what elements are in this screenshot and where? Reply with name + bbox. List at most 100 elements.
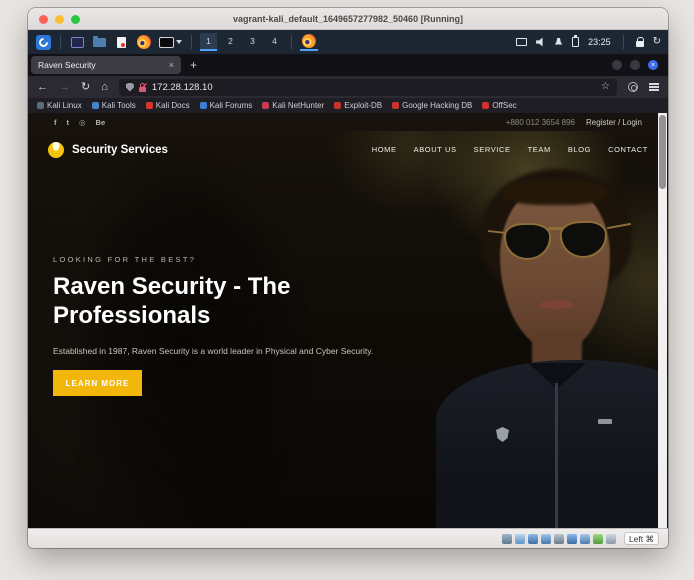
virtualbox-statusbar: Left ⌘ <box>28 528 668 548</box>
zoom-window-button[interactable] <box>71 15 80 24</box>
bookmark-kali-tools[interactable]: Kali Tools <box>92 101 136 110</box>
workspace-1-button[interactable]: 1 <box>200 33 217 51</box>
nav-link-about-us[interactable]: ABOUT US <box>414 145 457 154</box>
volume-icon[interactable] <box>536 38 545 47</box>
terminal-launcher[interactable] <box>69 33 86 51</box>
vm-titlebar: vagrant-kali_default_1649657277982_50460… <box>28 8 668 30</box>
menu-hamburger-icon[interactable] <box>649 86 659 88</box>
close-tab-icon[interactable]: × <box>169 60 174 70</box>
running-firefox-window-button[interactable] <box>300 33 318 51</box>
url-text: 172.28.128.10 <box>152 82 596 93</box>
new-tab-button[interactable]: + <box>190 58 197 72</box>
close-window-button[interactable] <box>39 15 48 24</box>
kali-logo-icon <box>36 35 51 50</box>
terminal-dropdown-button[interactable] <box>157 33 183 51</box>
maximize-button[interactable] <box>630 60 640 70</box>
workspace-2-button[interactable]: 2 <box>222 33 239 51</box>
optical-status-icon[interactable] <box>515 534 525 544</box>
workspace-4-button[interactable]: 4 <box>266 33 283 51</box>
home-button[interactable]: ⌂ <box>101 82 108 93</box>
display-settings-icon[interactable] <box>516 38 527 46</box>
recording-status-icon[interactable] <box>593 534 603 544</box>
taskbar-separator <box>291 35 292 49</box>
power-icon[interactable]: ↻ <box>653 37 661 47</box>
reload-button[interactable]: ↻ <box>81 82 90 93</box>
back-button[interactable]: ← <box>37 82 48 93</box>
register-login-link[interactable]: Register / Login <box>586 118 642 127</box>
uniform-name-pin <box>598 419 612 424</box>
window-traffic-lights <box>39 15 80 24</box>
bookmark-google-hacking-db[interactable]: Google Hacking DB <box>392 101 472 110</box>
bookmark-kali-nethunter[interactable]: Kali NetHunter <box>262 101 324 110</box>
brand-name: Security Services <box>72 144 168 156</box>
bookmark-favicon <box>92 102 99 109</box>
bookmark-star-icon[interactable]: ☆ <box>601 82 610 92</box>
battery-icon[interactable] <box>572 37 579 47</box>
audio-status-icon[interactable] <box>528 534 538 544</box>
taskbar-clock[interactable]: 23:25 <box>588 37 611 47</box>
bookmark-kali-docs[interactable]: Kali Docs <box>146 101 190 110</box>
minimize-window-button[interactable] <box>55 15 64 24</box>
bookmark-favicon <box>262 102 269 109</box>
account-icon[interactable] <box>628 82 638 92</box>
firefox-launcher[interactable] <box>135 33 152 51</box>
nav-link-team[interactable]: TEAM <box>528 145 551 154</box>
browser-tab[interactable]: Raven Security × <box>31 56 181 74</box>
bookmark-kali-linux[interactable]: Kali Linux <box>37 101 82 110</box>
phone-number: +880 012 3654 896 <box>506 118 575 127</box>
tracking-shield-icon[interactable] <box>126 83 134 92</box>
webpage-raven-security: f t ◎ Be +880 012 3654 896 Register / Lo… <box>28 113 668 528</box>
nav-link-contact[interactable]: CONTACT <box>608 145 648 154</box>
shared-folders-status-icon[interactable] <box>567 534 577 544</box>
instagram-icon[interactable]: ◎ <box>79 118 86 127</box>
usb-status-icon[interactable] <box>554 534 564 544</box>
bookmark-exploit-db[interactable]: Exploit-DB <box>334 101 382 110</box>
scrollbar-thumb[interactable] <box>659 115 666 189</box>
taskbar-separator <box>60 35 61 49</box>
host-key-indicator: Left ⌘ <box>624 532 659 545</box>
twitter-icon[interactable]: t <box>67 118 70 127</box>
url-bar[interactable]: 172.28.128.10 ☆ <box>119 79 617 96</box>
nav-link-blog[interactable]: BLOG <box>568 145 591 154</box>
document-icon <box>117 37 126 48</box>
bookmark-favicon <box>334 102 341 109</box>
terminal-window-icon <box>159 37 174 48</box>
firefox-icon <box>137 35 151 49</box>
display-status-icon[interactable] <box>580 534 590 544</box>
chevron-down-icon <box>176 40 182 44</box>
lock-screen-icon[interactable] <box>636 41 644 47</box>
folder-icon <box>93 38 106 47</box>
brand-logo-icon <box>48 142 64 158</box>
minimize-button[interactable] <box>612 60 622 70</box>
facebook-icon[interactable]: f <box>54 118 57 127</box>
nav-link-home[interactable]: HOME <box>372 145 397 154</box>
brand-logo-link[interactable]: Security Services <box>48 142 168 158</box>
terminal-icon <box>71 37 84 48</box>
officer-hairline <box>502 179 608 205</box>
workspace-3-button[interactable]: 3 <box>244 33 261 51</box>
mouse-status-icon[interactable] <box>606 534 616 544</box>
uniform-zipper <box>555 383 558 528</box>
bookmark-offsec[interactable]: OffSec <box>482 101 516 110</box>
network-status-icon[interactable] <box>541 534 551 544</box>
hero-kicker: LOOKING FOR THE BEST? <box>53 255 196 264</box>
site-utility-bar: f t ◎ Be +880 012 3654 896 Register / Lo… <box>28 113 668 131</box>
close-button[interactable]: × <box>648 60 658 70</box>
background-silhouette <box>66 157 301 528</box>
bookmark-favicon <box>200 102 207 109</box>
text-editor-launcher[interactable] <box>113 33 130 51</box>
kali-menu-button[interactable] <box>35 33 52 51</box>
forward-button[interactable]: → <box>59 82 70 93</box>
hero-section: Security Services HOME ABOUT US SERVICE … <box>28 131 668 528</box>
nav-link-service[interactable]: SERVICE <box>474 145 511 154</box>
learn-more-button[interactable]: LEARN MORE <box>53 370 142 396</box>
insecure-lock-icon[interactable] <box>139 83 147 92</box>
hdd-status-icon[interactable] <box>502 534 512 544</box>
bookmark-kali-forums[interactable]: Kali Forums <box>200 101 253 110</box>
behance-icon[interactable]: Be <box>96 118 106 127</box>
system-tray: 23:25 ↻ <box>516 35 661 49</box>
file-manager-launcher[interactable] <box>91 33 108 51</box>
bookmark-favicon <box>482 102 489 109</box>
social-links: f t ◎ Be <box>54 118 105 127</box>
notifications-bell-icon[interactable] <box>554 38 563 47</box>
